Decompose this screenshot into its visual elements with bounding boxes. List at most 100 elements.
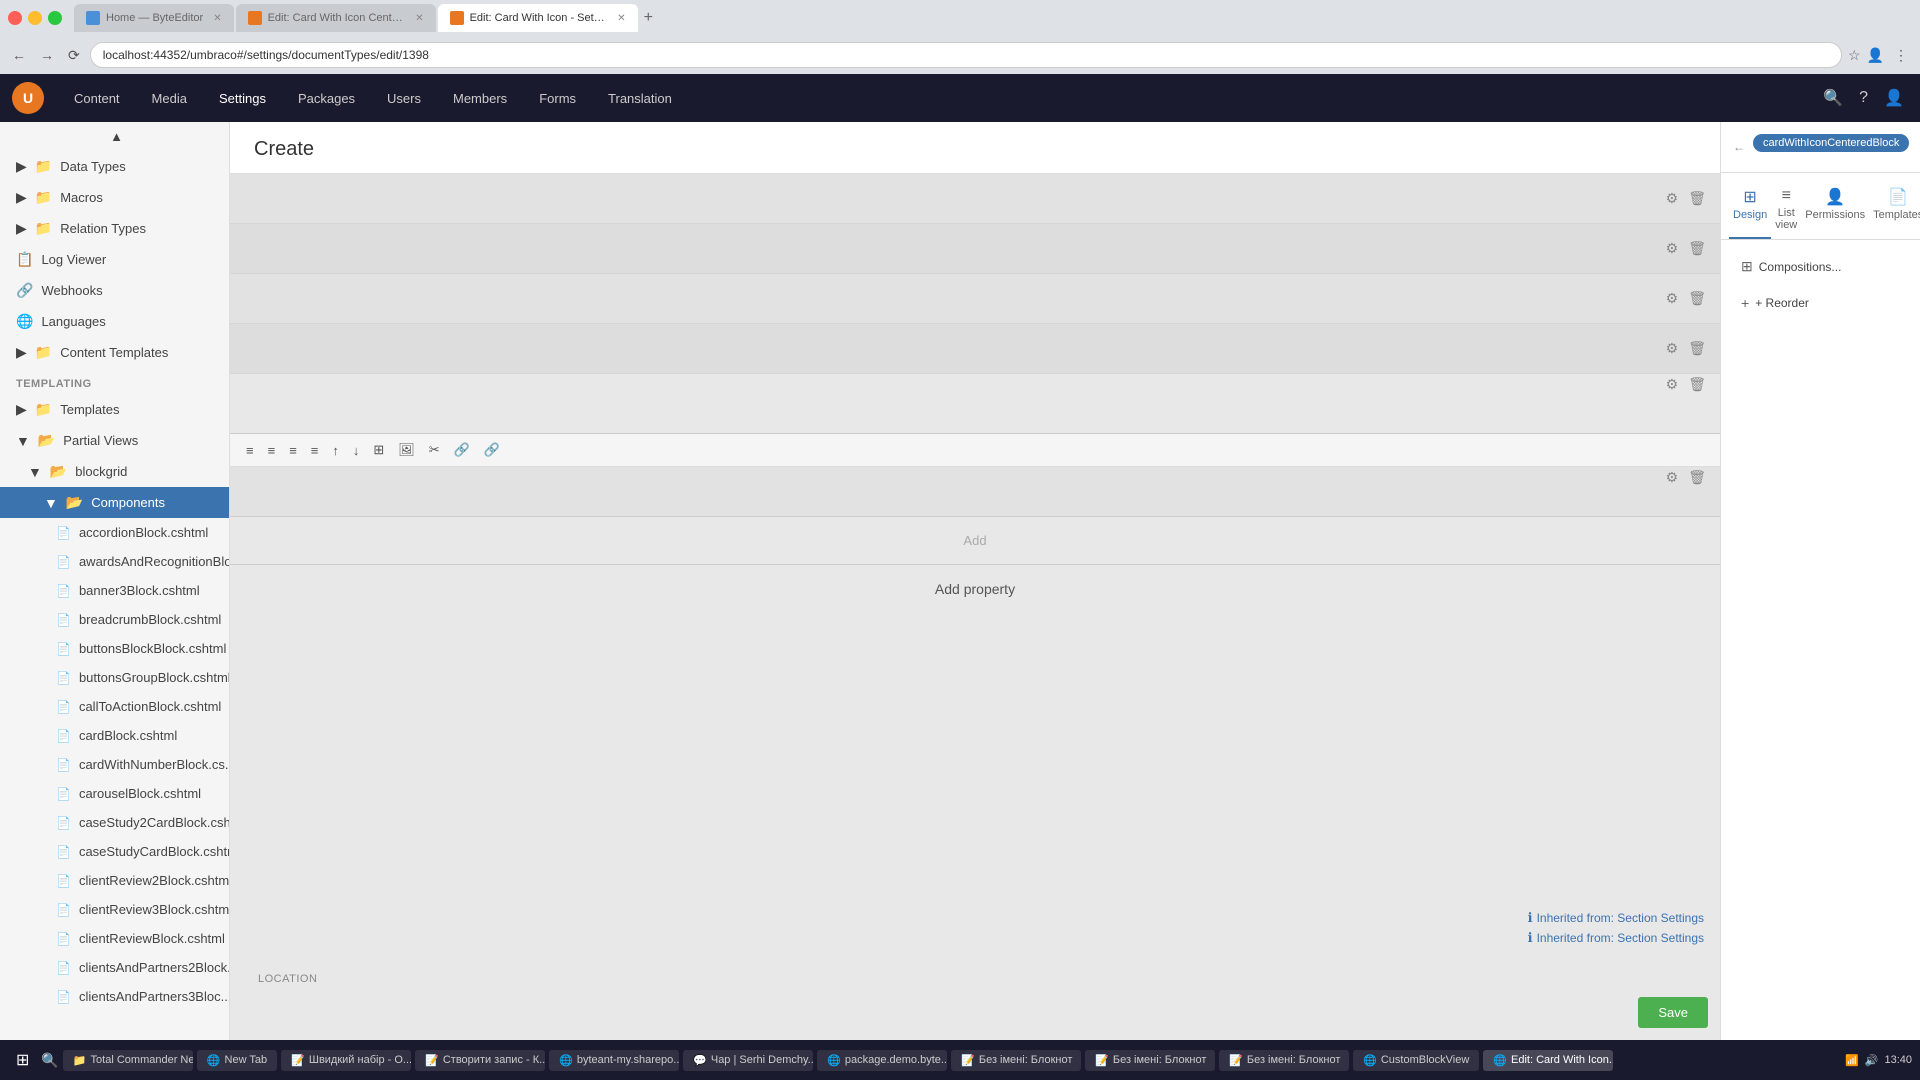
taskbar-item-7[interactable]: 🌐 package.demo.byte... (817, 1050, 947, 1071)
delete-button[interactable]: 🗑 (1686, 288, 1708, 309)
settings-button[interactable]: ⚙ (1664, 374, 1681, 395)
delete-button[interactable]: 🗑 (1686, 238, 1708, 259)
settings-button[interactable]: ⚙ (1664, 288, 1681, 309)
sidebar-item-macros[interactable]: ▶ 📁 Macros (0, 182, 229, 213)
close-window-button[interactable] (8, 11, 22, 25)
list-button[interactable]: ≡ (307, 441, 323, 460)
nav-packages[interactable]: Packages (284, 83, 369, 114)
sidebar-item-partial-views[interactable]: ▼ 📂 Partial Views (0, 425, 229, 456)
menu-button[interactable]: ⋮ (1890, 45, 1912, 66)
list-item[interactable]: 📄 clientReview3Block.cshtml (0, 895, 229, 924)
tab-close-2[interactable]: ✕ (415, 13, 423, 24)
list-item[interactable]: 📄 buttonsBlockBlock.cshtml (0, 634, 229, 663)
save-button[interactable]: Save (1638, 997, 1708, 1028)
maximize-window-button[interactable] (48, 11, 62, 25)
indent-button[interactable]: ↑ (328, 441, 343, 460)
taskbar-item-6[interactable]: 💬 Чар | Serhi Demchy... (683, 1050, 813, 1071)
bookmark-button[interactable]: ☆ (1848, 47, 1861, 64)
browser-tab-3[interactable]: Edit: Card With Icon - Settings... ✕ (438, 4, 638, 32)
start-button[interactable]: ⊞ (8, 1046, 37, 1074)
list-item[interactable]: 📄 buttonsGroupBlock.cshtml (0, 663, 229, 692)
outdent-button[interactable]: ↓ (349, 441, 364, 460)
table-button[interactable]: ⊞ (369, 440, 388, 460)
browser-tab-1[interactable]: Home — ByteEditor ✕ (74, 4, 234, 32)
settings-button[interactable]: ⚙ (1664, 238, 1681, 259)
list-item[interactable]: 📄 callToActionBlock.cshtml (0, 692, 229, 721)
list-item[interactable]: 📄 awardsAndRecognitionBlo... (0, 547, 229, 576)
taskbar-item-4[interactable]: 📝 Створити запис - К... (415, 1050, 545, 1071)
tab-design[interactable]: ⊞ Design (1729, 181, 1771, 239)
tab-templates[interactable]: 📄 Templates (1869, 181, 1920, 239)
minimize-window-button[interactable] (28, 11, 42, 25)
sidebar-item-relation-types[interactable]: ▶ 📁 Relation Types (0, 213, 229, 244)
sidebar-item-languages[interactable]: 🌐 Languages (0, 306, 229, 337)
taskbar-item-10[interactable]: 📝 Без імені: Блокнот (1219, 1050, 1349, 1071)
forward-button[interactable]: → (36, 45, 58, 65)
align-center-button[interactable]: ≡ (264, 441, 280, 460)
taskbar-item-new-tab[interactable]: 🌐 New Tab (197, 1050, 277, 1071)
nav-users[interactable]: Users (373, 83, 435, 114)
list-item[interactable]: 📄 cardBlock.cshtml (0, 721, 229, 750)
taskbar-item-11[interactable]: 🌐 CustomBlockView (1353, 1050, 1479, 1071)
sidebar-collapse-button[interactable]: ▲ (0, 122, 229, 151)
compositions-button[interactable]: ⊞ Compositions... (1733, 252, 1908, 281)
nav-members[interactable]: Members (439, 83, 521, 114)
list-item[interactable]: 📄 banner3Block.cshtml (0, 576, 229, 605)
image-button[interactable]: 🖼 (394, 440, 419, 460)
sidebar-item-templates[interactable]: ▶ 📁 Templates (0, 394, 229, 425)
taskbar-item-12[interactable]: 🌐 Edit: Card With Icon... (1483, 1050, 1613, 1071)
sidebar-item-data-types[interactable]: ▶ 📁 Data Types (0, 151, 229, 182)
taskbar-item-9[interactable]: 📝 Без імені: Блокнот (1085, 1050, 1215, 1071)
sidebar-item-blockgrid[interactable]: ▼ 📂 blockgrid (0, 456, 229, 487)
align-right-button[interactable]: ≡ (285, 441, 301, 460)
taskbar-item-total-commander[interactable]: 📁 Total Commander Nex (63, 1050, 193, 1071)
tab-close-3[interactable]: ✕ (617, 13, 625, 24)
align-left-button[interactable]: ≡ (242, 441, 258, 460)
list-item[interactable]: 📄 clientsAndPartners3Bloc... (0, 982, 229, 1011)
address-bar[interactable]: localhost:44352/umbraco#/settings/docume… (90, 42, 1842, 68)
reload-button[interactable]: ⟳ (64, 45, 84, 66)
delete-button[interactable]: 🗑 (1686, 374, 1708, 395)
delete-button[interactable]: 🗑 (1686, 467, 1708, 488)
nav-forms[interactable]: Forms (525, 83, 590, 114)
help-icon[interactable]: ? (1855, 85, 1872, 111)
search-taskbar-button[interactable]: 🔍 (41, 1052, 58, 1069)
list-item[interactable]: 📄 carouselBlock.cshtml (0, 779, 229, 808)
settings-button[interactable]: ⚙ (1664, 188, 1681, 209)
list-item[interactable]: 📄 clientsAndPartners2Block... (0, 953, 229, 982)
scissors-button[interactable]: ✂ (425, 440, 444, 460)
back-button[interactable]: ← (8, 45, 30, 65)
add-property-button[interactable]: Add property (935, 581, 1015, 597)
list-item[interactable]: 📄 accordionBlock.cshtml (0, 518, 229, 547)
delete-button[interactable]: 🗑 (1686, 338, 1708, 359)
settings-button[interactable]: ⚙ (1664, 338, 1681, 359)
profile-button[interactable]: 👤 (1867, 47, 1884, 64)
taskbar-item-8[interactable]: 📝 Без імені: Блокнот (951, 1050, 1081, 1071)
user-profile-icon[interactable]: 👤 (1880, 84, 1908, 112)
settings-button[interactable]: ⚙ (1664, 467, 1681, 488)
taskbar-item-3[interactable]: 📝 Швидкий набір - О... (281, 1050, 411, 1071)
tab-permissions[interactable]: 👤 Permissions (1801, 181, 1869, 239)
tab-list-view[interactable]: ≡ List view (1771, 181, 1801, 239)
browser-tab-2[interactable]: Edit: Card With Icon Centered ✕ (236, 4, 436, 32)
sidebar-item-components[interactable]: ▼ 📂 Components (0, 487, 229, 518)
list-item[interactable]: 📄 breadcrumbBlock.cshtml (0, 605, 229, 634)
search-icon[interactable]: 🔍 (1819, 84, 1847, 112)
sidebar-item-webhooks[interactable]: 🔗 Webhooks (0, 275, 229, 306)
sidebar-item-content-templates[interactable]: ▶ 📁 Content Templates (0, 337, 229, 368)
list-item[interactable]: 📄 caseStudyCardBlock.cshtml (0, 837, 229, 866)
list-item[interactable]: 📄 clientReview2Block.cshtml (0, 866, 229, 895)
nav-translation[interactable]: Translation (594, 83, 686, 114)
nav-content[interactable]: Content (60, 83, 134, 114)
sidebar-item-log-viewer[interactable]: 📋 Log Viewer (0, 244, 229, 275)
reorder-button[interactable]: + + Reorder (1733, 289, 1908, 317)
tab-close-1[interactable]: ✕ (213, 13, 221, 24)
list-item[interactable]: 📄 caseStudy2CardBlock.csht... (0, 808, 229, 837)
list-item[interactable]: 📄 cardWithNumberBlock.cs... (0, 750, 229, 779)
delete-button[interactable]: 🗑 (1686, 188, 1708, 209)
list-item[interactable]: 📄 clientReviewBlock.cshtml (0, 924, 229, 953)
new-tab-button[interactable]: + (640, 9, 657, 27)
nav-settings[interactable]: Settings (205, 83, 280, 114)
taskbar-item-5[interactable]: 🌐 byteant-my.sharepo... (549, 1050, 679, 1071)
link-button[interactable]: 🔗 (450, 440, 474, 460)
